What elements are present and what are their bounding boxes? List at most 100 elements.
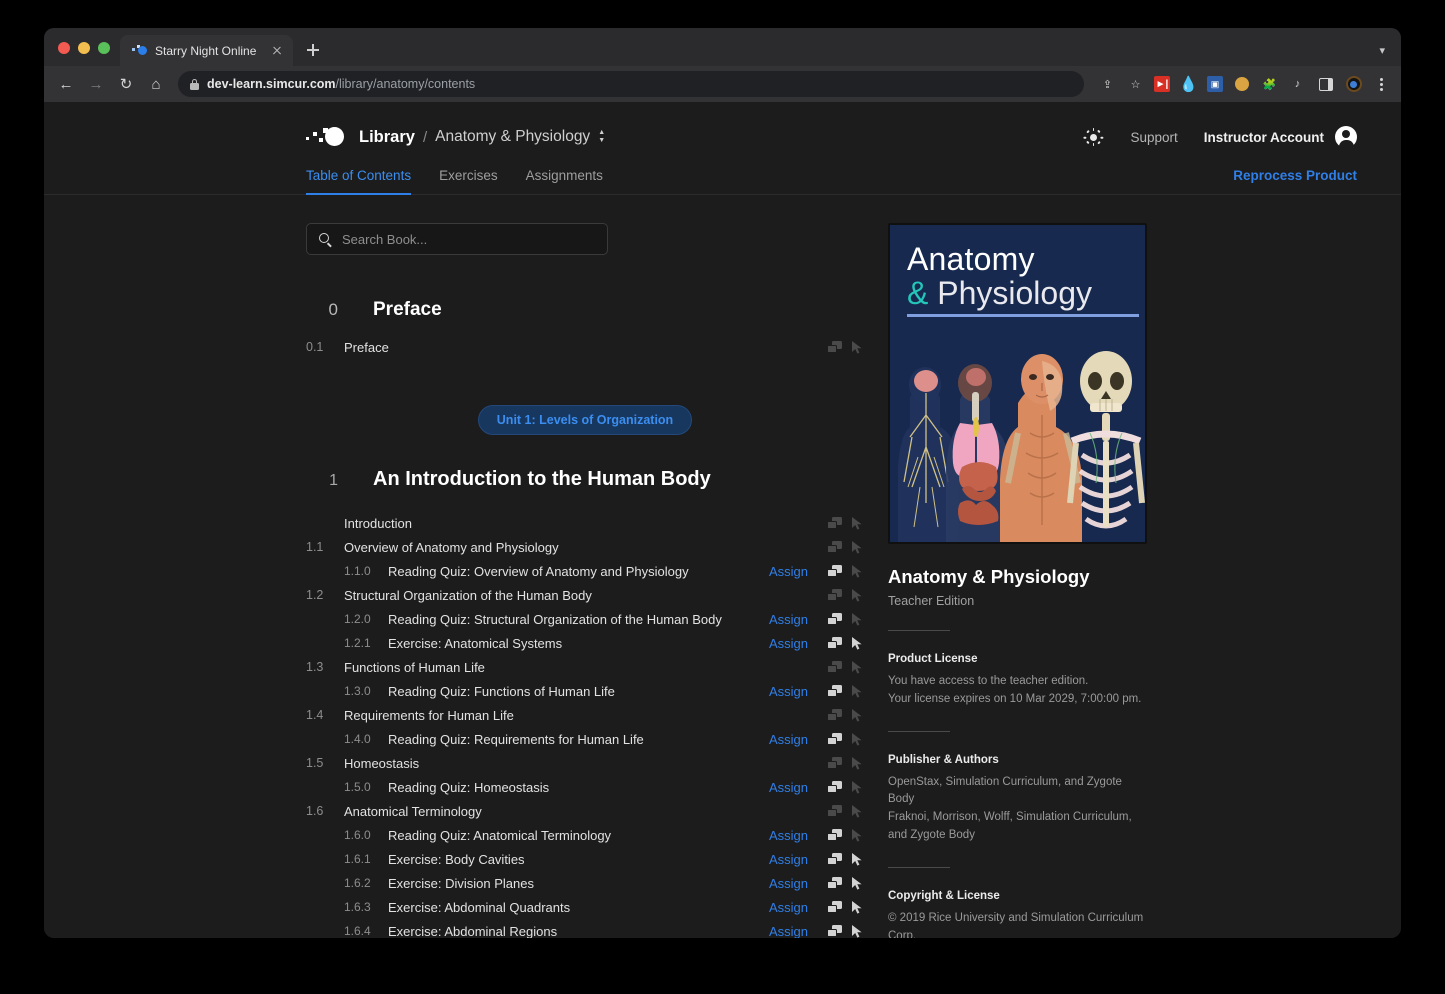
preview-screens-icon[interactable]: [827, 541, 842, 553]
forward-icon[interactable]: →: [82, 70, 110, 98]
interactive-cursor-icon[interactable]: [852, 637, 864, 650]
new-tab-button[interactable]: [299, 36, 327, 64]
book-selector-chevron-icon[interactable]: ▲▼: [598, 130, 605, 144]
share-icon[interactable]: ⇪: [1098, 75, 1117, 94]
preview-screens-icon[interactable]: [827, 733, 842, 745]
toc-row[interactable]: 1.4Requirements for Human LifeAssign: [306, 703, 864, 727]
reading-list-icon[interactable]: ♪: [1288, 75, 1307, 94]
toc-row[interactable]: 0.1PrefaceAssign: [306, 335, 864, 359]
preview-screens-icon[interactable]: [827, 685, 842, 697]
tab-list-chevron-icon[interactable]: ▾: [1379, 44, 1385, 57]
unit-badge[interactable]: Unit 1: Levels of Organization: [478, 405, 692, 435]
interactive-cursor-icon[interactable]: [852, 565, 864, 578]
interactive-cursor-icon[interactable]: [852, 661, 864, 674]
preview-screens-icon[interactable]: [827, 517, 842, 529]
toc-row[interactable]: 1.6.0Reading Quiz: Anatomical Terminolog…: [306, 823, 864, 847]
account-avatar[interactable]: [1335, 126, 1357, 148]
interactive-cursor-icon[interactable]: [852, 589, 864, 602]
interactive-cursor-icon[interactable]: [852, 805, 864, 818]
toc-row-title[interactable]: Anatomical Terminology: [344, 804, 769, 819]
search-book-field[interactable]: Search Book...: [306, 223, 608, 255]
toc-row-title[interactable]: Reading Quiz: Homeostasis: [388, 780, 769, 795]
close-window-button[interactable]: [58, 42, 70, 54]
toc-row[interactable]: 1.6.1Exercise: Body CavitiesAssign: [306, 847, 864, 871]
home-icon[interactable]: ⌂: [142, 70, 170, 98]
browser-tab[interactable]: Starry Night Online: [120, 35, 293, 66]
browser-menu-icon[interactable]: [1372, 75, 1391, 94]
tab-assignments[interactable]: Assignments: [526, 168, 603, 194]
support-link[interactable]: Support: [1130, 130, 1177, 145]
translate-extension-icon[interactable]: ▣: [1207, 76, 1223, 92]
toc-row[interactable]: 1.6.3Exercise: Abdominal QuadrantsAssign: [306, 895, 864, 919]
toc-row-title[interactable]: Exercise: Abdominal Regions: [388, 924, 769, 939]
toc-row[interactable]: 1.4.0Reading Quiz: Requirements for Huma…: [306, 727, 864, 751]
assign-button[interactable]: Assign: [769, 780, 808, 795]
toc-row-title[interactable]: Reading Quiz: Overview of Anatomy and Ph…: [388, 564, 769, 579]
interactive-cursor-icon[interactable]: [852, 541, 864, 554]
tab-table-of-contents[interactable]: Table of Contents: [306, 168, 411, 194]
assign-button[interactable]: Assign: [769, 828, 808, 843]
interactive-cursor-icon[interactable]: [852, 709, 864, 722]
toc-row-title[interactable]: Reading Quiz: Requirements for Human Lif…: [388, 732, 769, 747]
preview-screens-icon[interactable]: [827, 341, 842, 353]
toc-row[interactable]: 1.1Overview of Anatomy and PhysiologyAss…: [306, 535, 864, 559]
interactive-cursor-icon[interactable]: [852, 853, 864, 866]
toc-row-title[interactable]: Functions of Human Life: [344, 660, 769, 675]
bookmark-star-icon[interactable]: ☆: [1126, 75, 1145, 94]
preview-screens-icon[interactable]: [827, 925, 842, 937]
interactive-cursor-icon[interactable]: [852, 757, 864, 770]
tab-exercises[interactable]: Exercises: [439, 168, 498, 194]
toc-row-title[interactable]: Exercise: Body Cavities: [388, 852, 769, 867]
preview-screens-icon[interactable]: [827, 637, 842, 649]
profile-avatar-icon[interactable]: [1344, 75, 1363, 94]
preview-screens-icon[interactable]: [827, 661, 842, 673]
assign-button[interactable]: Assign: [769, 636, 808, 651]
interactive-cursor-icon[interactable]: [852, 829, 864, 842]
toc-row-title[interactable]: Overview of Anatomy and Physiology: [344, 540, 769, 555]
instructor-account-label[interactable]: Instructor Account: [1204, 130, 1324, 145]
puzzle-extensions-icon[interactable]: 🧩: [1260, 75, 1279, 94]
reload-icon[interactable]: ↻: [112, 70, 140, 98]
assign-button[interactable]: Assign: [769, 852, 808, 867]
close-tab-icon[interactable]: [269, 43, 285, 59]
assign-button[interactable]: Assign: [769, 732, 808, 747]
interactive-cursor-icon[interactable]: [852, 517, 864, 530]
assign-button[interactable]: Assign: [769, 684, 808, 699]
toc-row-title[interactable]: Reading Quiz: Anatomical Terminology: [388, 828, 769, 843]
assign-button[interactable]: Assign: [769, 564, 808, 579]
toc-row[interactable]: 1.6Anatomical TerminologyAssign: [306, 799, 864, 823]
interactive-cursor-icon[interactable]: [852, 685, 864, 698]
interactive-cursor-icon[interactable]: [852, 733, 864, 746]
assign-button[interactable]: Assign: [769, 900, 808, 915]
minimize-window-button[interactable]: [78, 42, 90, 54]
assign-button[interactable]: Assign: [769, 924, 808, 939]
preview-screens-icon[interactable]: [827, 709, 842, 721]
preview-screens-icon[interactable]: [827, 565, 842, 577]
side-panel-icon[interactable]: [1316, 75, 1335, 94]
toc-row-title[interactable]: Homeostasis: [344, 756, 769, 771]
toc-row-title[interactable]: Reading Quiz: Structural Organization of…: [388, 612, 769, 627]
preview-screens-icon[interactable]: [827, 781, 842, 793]
theme-toggle-sun-icon[interactable]: [1084, 128, 1102, 146]
toc-row[interactable]: 1.5HomeostasisAssign: [306, 751, 864, 775]
cookie-extension-icon[interactable]: [1232, 75, 1251, 94]
toc-row[interactable]: 1.2.0Reading Quiz: Structural Organizati…: [306, 607, 864, 631]
toc-row[interactable]: 1.3.0Reading Quiz: Functions of Human Li…: [306, 679, 864, 703]
back-icon[interactable]: ←: [52, 70, 80, 98]
assign-button[interactable]: Assign: [769, 612, 808, 627]
toc-row[interactable]: 1.6.4Exercise: Abdominal RegionsAssign: [306, 919, 864, 938]
preview-screens-icon[interactable]: [827, 901, 842, 913]
preview-screens-icon[interactable]: [827, 613, 842, 625]
interactive-cursor-icon[interactable]: [852, 901, 864, 914]
app-logo-icon[interactable]: [306, 126, 350, 148]
toc-row[interactable]: 1.1.0Reading Quiz: Overview of Anatomy a…: [306, 559, 864, 583]
toc-row[interactable]: 1.3Functions of Human LifeAssign: [306, 655, 864, 679]
toc-row[interactable]: 1.2.1Exercise: Anatomical SystemsAssign: [306, 631, 864, 655]
breadcrumb-library[interactable]: Library: [359, 128, 415, 147]
toc-row-title[interactable]: Reading Quiz: Functions of Human Life: [388, 684, 769, 699]
toc-row-title[interactable]: Structural Organization of the Human Bod…: [344, 588, 769, 603]
water-drop-extension-icon[interactable]: 💧: [1179, 75, 1198, 94]
interactive-cursor-icon[interactable]: [852, 341, 864, 354]
toc-row[interactable]: 1.5.0Reading Quiz: HomeostasisAssign: [306, 775, 864, 799]
address-bar[interactable]: dev-learn.simcur.com/library/anatomy/con…: [178, 71, 1084, 97]
